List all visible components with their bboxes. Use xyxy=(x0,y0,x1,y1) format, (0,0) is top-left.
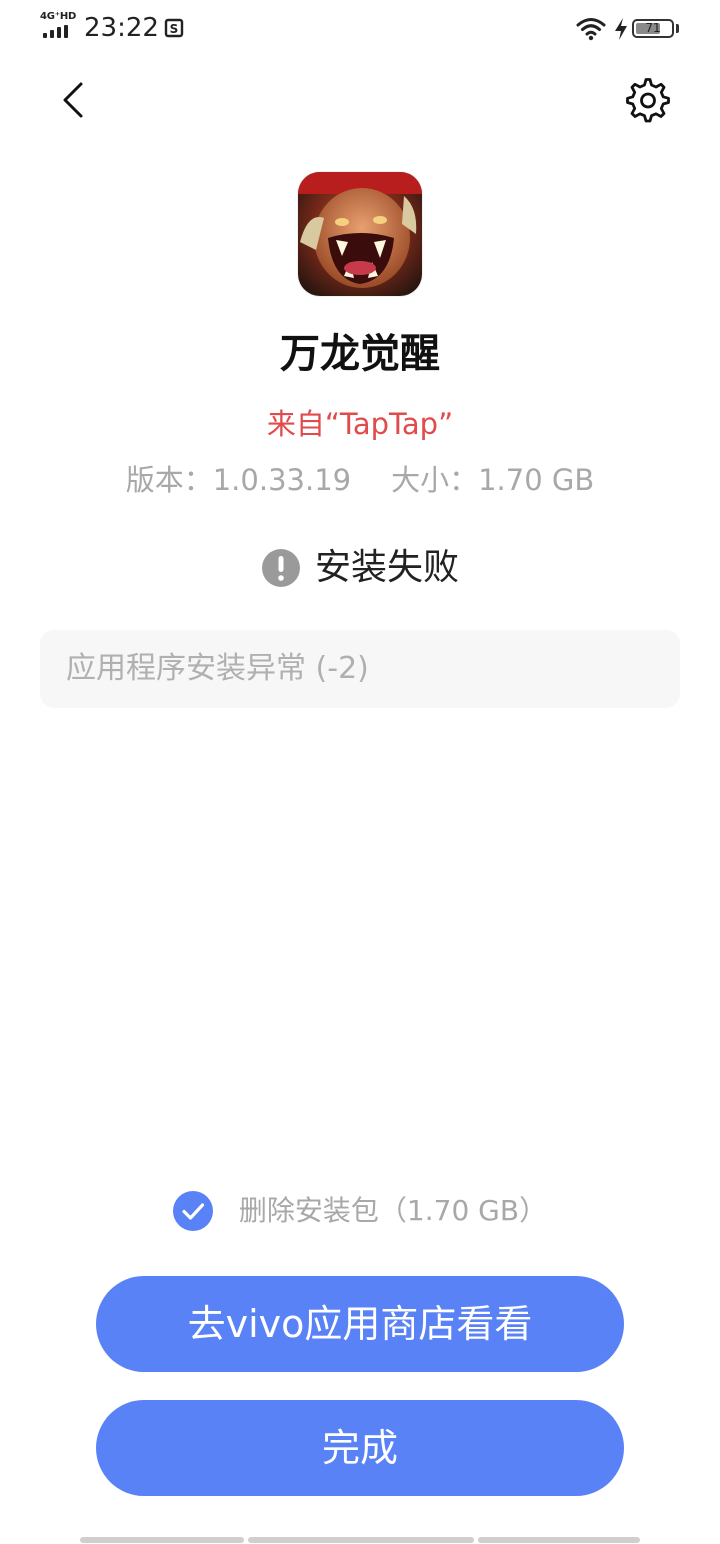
delete-package-label: 删除安装包（1.70 GB） xyxy=(238,1194,548,1227)
app-icon xyxy=(298,172,422,296)
battery-tip xyxy=(676,24,679,33)
app-name: 万龙觉醒 xyxy=(280,331,440,377)
svg-text:S: S xyxy=(170,22,179,36)
back-button[interactable] xyxy=(48,74,100,126)
open-app-store-button[interactable]: 去vivo应用商店看看 xyxy=(96,1276,624,1372)
battery-icon: 71 xyxy=(632,19,674,38)
error-message-box: 应用程序安装异常 (-2) xyxy=(40,630,680,708)
gear-icon xyxy=(626,78,670,123)
gesture-bar-left[interactable] xyxy=(80,1537,244,1543)
app-source: 来自“TapTap” xyxy=(266,407,454,441)
wifi-icon xyxy=(576,18,606,41)
signal-strength-icon xyxy=(43,25,73,38)
chevron-left-icon xyxy=(63,82,83,118)
network-type-label: 4G⁺HD xyxy=(40,11,77,22)
app-meta: 版本：1.0.33.19 大小：1.70 GB xyxy=(0,458,720,502)
checkbox-checked-icon[interactable] xyxy=(172,1191,213,1231)
status-bar: 4G⁺HD 23:22 S 71 xyxy=(0,0,720,56)
install-status-text: 安装失败 xyxy=(314,547,459,588)
install-status: 安装失败 xyxy=(0,540,720,596)
battery-percent: 71 xyxy=(645,21,661,35)
error-message: 应用程序安装异常 (-2) xyxy=(66,651,369,686)
gesture-bar-center[interactable] xyxy=(248,1537,474,1543)
gesture-bar-right[interactable] xyxy=(478,1537,640,1543)
settings-button[interactable] xyxy=(622,74,674,126)
app-size: 大小：1.70 GB xyxy=(391,463,595,497)
done-button[interactable]: 完成 xyxy=(96,1400,624,1496)
screenshot-recorder-icon: S xyxy=(164,18,184,38)
charging-icon xyxy=(615,18,627,40)
exclamation-circle-icon xyxy=(261,549,300,587)
app-version: 版本：1.0.33.19 xyxy=(125,463,352,497)
delete-package-option[interactable]: 删除安装包（1.70 GB） xyxy=(0,1186,720,1236)
status-time: 23:22 xyxy=(84,13,159,43)
